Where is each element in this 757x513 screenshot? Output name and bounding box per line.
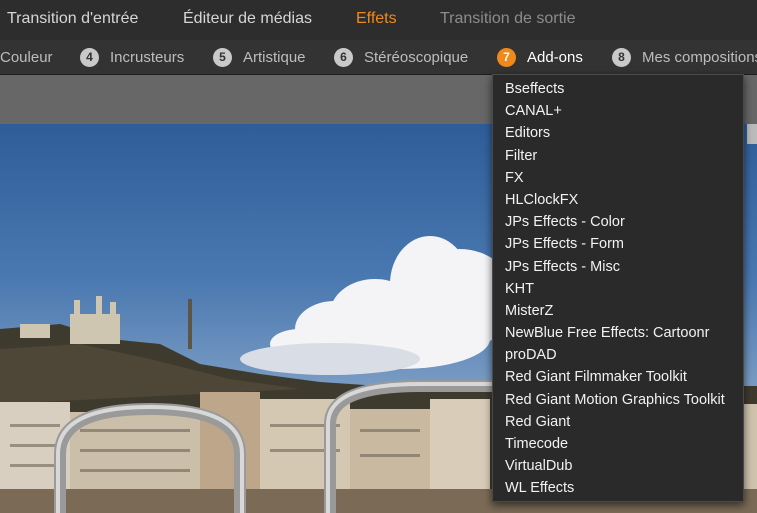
- menu-item-hlclockfx[interactable]: HLClockFX: [493, 189, 743, 211]
- menu-item-newblue-cartoonr[interactable]: NewBlue Free Effects: Cartoonr: [493, 322, 743, 344]
- category-label: Couleur: [0, 48, 53, 66]
- menu-item-misterz[interactable]: MisterZ: [493, 300, 743, 322]
- category-label: Incrusteurs: [110, 48, 185, 66]
- menu-item-red-giant[interactable]: Red Giant: [493, 411, 743, 433]
- category-number-badge: 8: [612, 47, 631, 67]
- category-label: Artistique: [243, 48, 306, 66]
- menu-item-jps-effects-form[interactable]: JPs Effects - Form: [493, 233, 743, 255]
- category-number-badge: 7: [497, 47, 516, 67]
- menu-item-editors[interactable]: Editors: [493, 122, 743, 144]
- category-addons[interactable]: 7 Add-ons: [497, 47, 583, 67]
- menu-item-virtualdub[interactable]: VirtualDub: [493, 455, 743, 477]
- tab-effects[interactable]: Effets: [356, 10, 397, 28]
- addons-dropdown-menu: Bseffects CANAL+ Editors Filter FX HLClo…: [492, 74, 744, 502]
- menu-item-fx[interactable]: FX: [493, 167, 743, 189]
- category-number-badge: 4: [80, 47, 99, 67]
- menu-item-wl-effects[interactable]: WL Effects: [493, 477, 743, 499]
- menu-item-canal-plus[interactable]: CANAL+: [493, 100, 743, 122]
- category-artistic[interactable]: 5 Artistique: [213, 47, 306, 67]
- category-label: Stéréoscopique: [364, 48, 469, 66]
- category-label: Add-ons: [527, 48, 583, 66]
- editor-tab-bar: Transition d'entrée Éditeur de médias Ef…: [0, 0, 757, 41]
- menu-item-filter[interactable]: Filter: [493, 145, 743, 167]
- category-number-badge: 6: [334, 47, 353, 67]
- tab-media-editor[interactable]: Éditeur de médias: [183, 10, 312, 28]
- menu-item-jps-effects-color[interactable]: JPs Effects - Color: [493, 211, 743, 233]
- menu-item-red-giant-filmmaker[interactable]: Red Giant Filmmaker Toolkit: [493, 366, 743, 388]
- category-label: Mes compositions: [642, 48, 757, 66]
- category-color[interactable]: Couleur: [0, 47, 53, 67]
- preview-scrollbar-thumb[interactable]: [747, 124, 757, 144]
- category-stereoscopic[interactable]: 6 Stéréoscopique: [334, 47, 468, 67]
- effect-category-bar: Couleur 4 Incrusteurs 5 Artistique 6 Sté…: [0, 40, 757, 75]
- menu-item-prodad[interactable]: proDAD: [493, 344, 743, 366]
- menu-item-timecode[interactable]: Timecode: [493, 433, 743, 455]
- menu-item-kht[interactable]: KHT: [493, 278, 743, 300]
- category-my-compositions[interactable]: 8 Mes compositions: [612, 47, 757, 67]
- category-keyers[interactable]: 4 Incrusteurs: [80, 47, 184, 67]
- tab-exit-transition[interactable]: Transition de sortie: [440, 10, 575, 28]
- menu-item-red-giant-motion-graphics[interactable]: Red Giant Motion Graphics Toolkit: [493, 389, 743, 411]
- effects-editor: Transition d'entrée Éditeur de médias Ef…: [0, 0, 757, 513]
- category-number-badge: 5: [213, 47, 232, 67]
- menu-item-bseffects[interactable]: Bseffects: [493, 78, 743, 100]
- menu-item-jps-effects-misc[interactable]: JPs Effects - Misc: [493, 256, 743, 278]
- tab-entry-transition[interactable]: Transition d'entrée: [7, 10, 138, 28]
